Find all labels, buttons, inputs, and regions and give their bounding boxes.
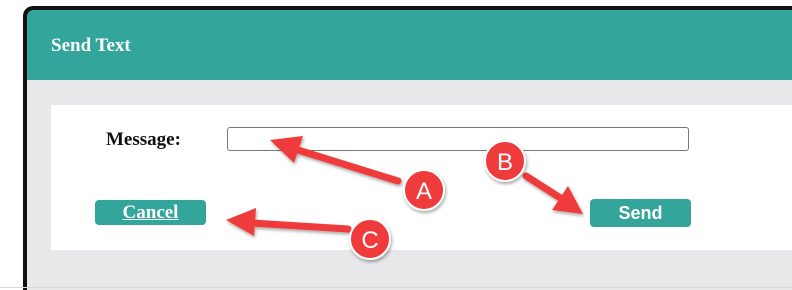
dialog-titlebar: Send Text: [27, 10, 792, 80]
page-divider: [0, 287, 792, 288]
cancel-button[interactable]: Cancel: [95, 200, 206, 225]
dialog-body: Send Text Message: Cancel Send: [27, 10, 792, 290]
send-text-dialog: Send Text Message: Cancel Send: [23, 6, 792, 290]
message-input[interactable]: [227, 127, 689, 151]
message-form-panel: Message: Cancel Send: [51, 105, 792, 250]
message-label: Message:: [106, 129, 181, 150]
send-button[interactable]: Send: [590, 199, 691, 227]
screenshot-stage: Send Text Message: Cancel Send A B C: [0, 0, 792, 290]
dialog-title: Send Text: [51, 35, 131, 56]
